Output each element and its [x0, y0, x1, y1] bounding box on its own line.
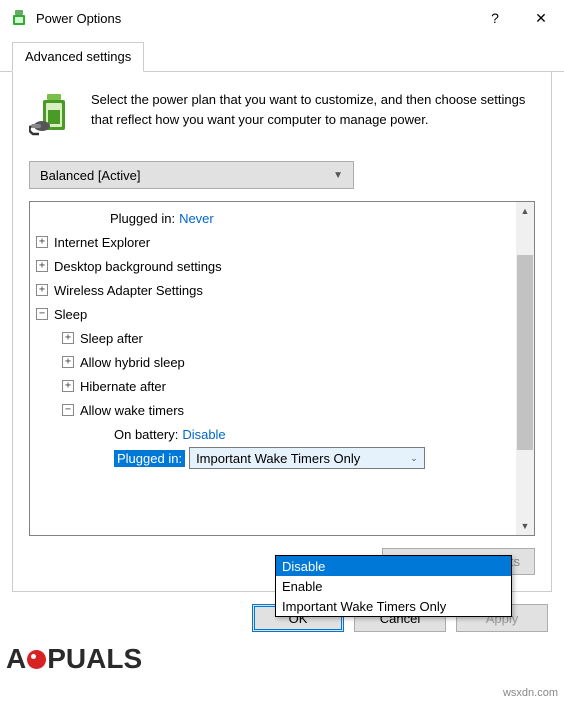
tree-row-sleep[interactable]: − Sleep: [30, 302, 534, 326]
scroll-track[interactable]: [516, 220, 534, 517]
help-button[interactable]: ?: [472, 2, 518, 34]
tree-row-desktop-background[interactable]: + Desktop background settings: [30, 254, 534, 278]
plan-selector-value: Balanced [Active]: [40, 168, 140, 183]
intro-row: Select the power plan that you want to c…: [29, 90, 535, 143]
scroll-down-icon[interactable]: ▼: [516, 517, 534, 535]
chevron-down-icon: ⌄: [410, 453, 418, 464]
tree-value-link[interactable]: Never: [179, 211, 214, 226]
tree-row-wake-plugged-in[interactable]: Plugged in: Important Wake Timers Only ⌄: [30, 446, 534, 470]
tree-row-plugged-in-top[interactable]: Plugged in: Never: [30, 206, 534, 230]
tree-row-hibernate-after[interactable]: + Hibernate after: [30, 374, 534, 398]
scroll-up-icon[interactable]: ▲: [516, 202, 534, 220]
tree-row-wake-on-battery[interactable]: On battery: Disable: [30, 422, 534, 446]
tab-strip: Advanced settings: [0, 42, 564, 72]
tree-value-link[interactable]: Disable: [182, 427, 225, 442]
source-label: wsxdn.com: [503, 687, 558, 699]
intro-text: Select the power plan that you want to c…: [91, 90, 535, 143]
tree-row-allow-wake-timers[interactable]: − Allow wake timers: [30, 398, 534, 422]
expand-icon[interactable]: +: [62, 332, 74, 344]
scroll-thumb[interactable]: [517, 255, 533, 450]
expand-icon[interactable]: +: [36, 284, 48, 296]
dropdown-option-important[interactable]: Important Wake Timers Only: [276, 596, 511, 616]
tree-row-wireless-adapter[interactable]: + Wireless Adapter Settings: [30, 278, 534, 302]
close-button[interactable]: ✕: [518, 2, 564, 34]
window-title: Power Options: [36, 11, 472, 26]
expand-icon[interactable]: +: [36, 236, 48, 248]
battery-plug-icon: [29, 90, 77, 143]
tree-row-internet-explorer[interactable]: + Internet Explorer: [30, 230, 534, 254]
tab-advanced-settings[interactable]: Advanced settings: [12, 42, 144, 72]
expand-icon[interactable]: +: [62, 356, 74, 368]
chevron-down-icon: ▼: [333, 170, 343, 181]
expand-icon[interactable]: +: [36, 260, 48, 272]
tree-row-sleep-after[interactable]: + Sleep after: [30, 326, 534, 350]
power-options-icon: [10, 9, 28, 27]
plan-selector[interactable]: Balanced [Active] ▼: [29, 161, 354, 189]
tab-panel: Select the power plan that you want to c…: [12, 72, 552, 592]
dropdown-option-disable[interactable]: Disable: [276, 556, 511, 576]
expand-icon[interactable]: +: [62, 380, 74, 392]
collapse-icon[interactable]: −: [62, 404, 74, 416]
dropdown-option-enable[interactable]: Enable: [276, 576, 511, 596]
collapse-icon[interactable]: −: [36, 308, 48, 320]
titlebar: Power Options ? ✕: [0, 0, 564, 36]
wake-plugged-combo[interactable]: Important Wake Timers Only ⌄: [189, 447, 425, 469]
settings-tree: Plugged in: Never + Internet Explorer + …: [29, 201, 535, 536]
tree-row-allow-hybrid[interactable]: + Allow hybrid sleep: [30, 350, 534, 374]
red-dot-icon: [27, 650, 46, 669]
wake-plugged-dropdown: Disable Enable Important Wake Timers Onl…: [275, 555, 512, 617]
scrollbar[interactable]: ▲ ▼: [516, 202, 534, 535]
